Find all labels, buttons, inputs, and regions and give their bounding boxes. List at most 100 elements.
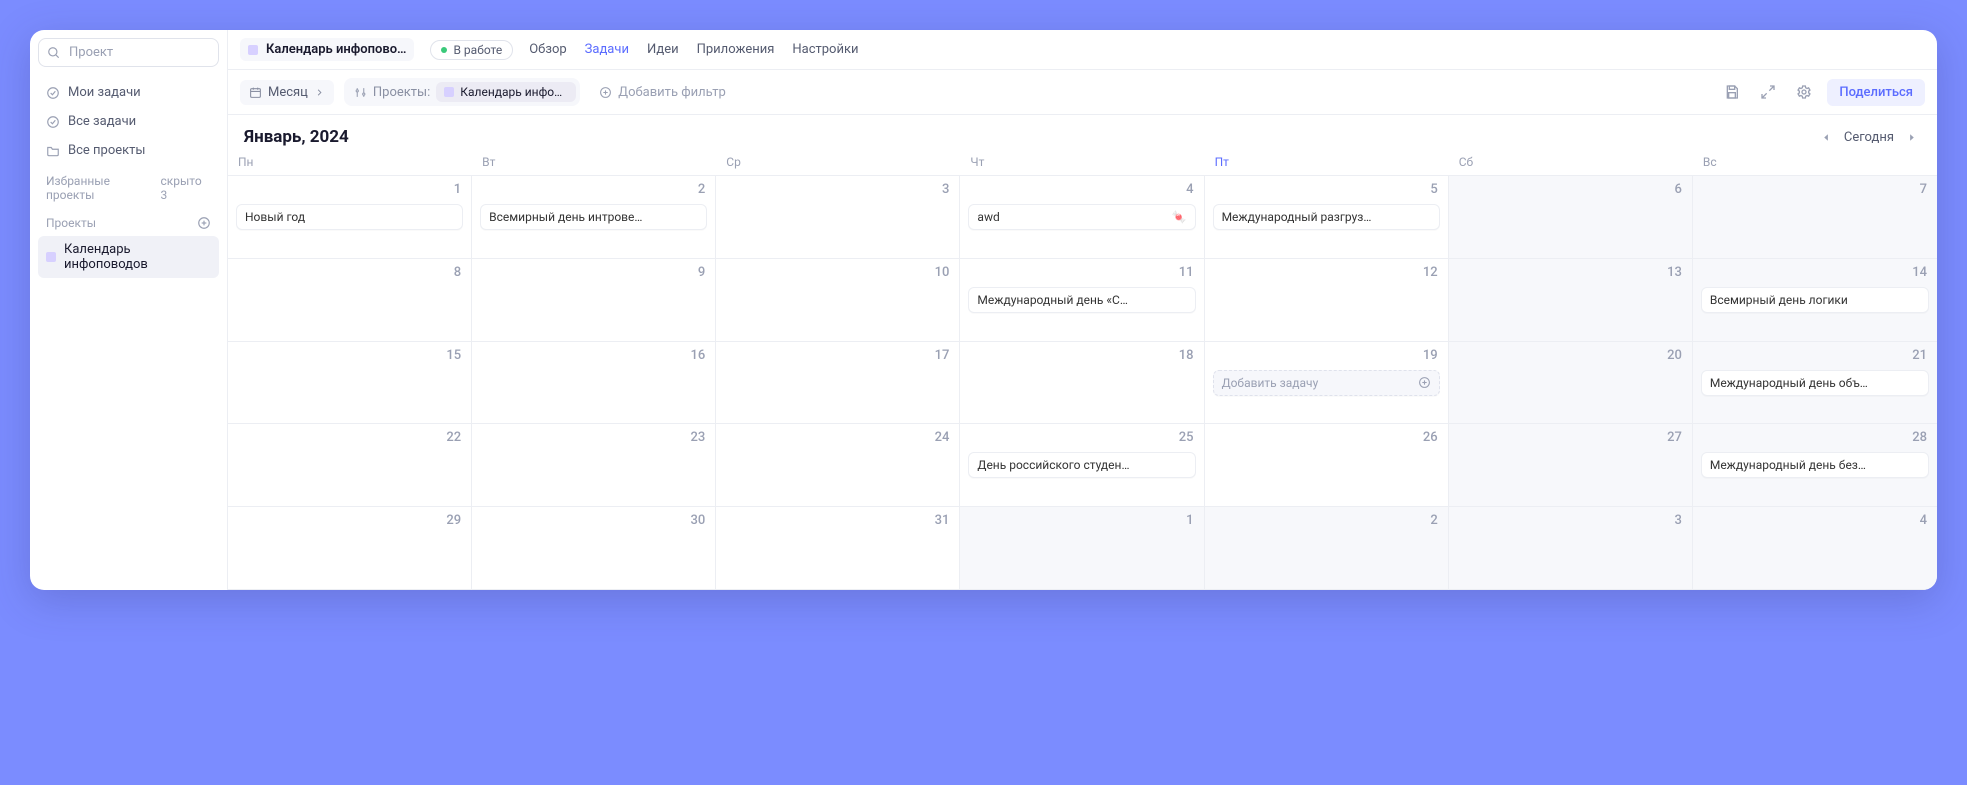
add-project-icon[interactable] [197,216,211,230]
calendar-cell[interactable]: 23 [472,424,716,507]
calendar-cell[interactable]: 20 [1449,342,1693,425]
breadcrumb[interactable]: Календарь инфопово… [240,38,414,61]
calendar-event[interactable]: День российского студен… [968,452,1195,478]
event-title: Международный день без… [1710,458,1866,472]
topbar: Календарь инфопово… В работе Обзор Задач… [228,30,1937,70]
tab-settings[interactable]: Настройки [792,38,858,61]
calendar-event[interactable]: Международный день «С… [968,287,1195,313]
calendar-cell[interactable]: 21Международный день объ… [1693,342,1937,425]
sidebar-item-my-tasks[interactable]: Мои задачи [38,79,219,106]
calendar-cell[interactable]: 2 [1205,507,1449,590]
calendar-cell[interactable]: 26 [1205,424,1449,507]
tab-ideas[interactable]: Идеи [647,38,679,61]
calendar-event[interactable]: Международный разгруз… [1213,204,1440,230]
calendar-cell[interactable]: 25День российского студен… [960,424,1204,507]
day-number: 10 [935,265,950,280]
main: Календарь инфопово… В работе Обзор Задач… [228,30,1937,590]
calendar-cell[interactable]: 9 [472,259,716,342]
save-view-icon[interactable] [1719,79,1745,105]
calendar-event[interactable]: awd🍬 [968,204,1195,230]
favorites-header: Избранные проекты скрыто 3 [38,166,219,206]
calendar-cell[interactable]: 3 [716,176,960,259]
day-number: 30 [691,513,706,528]
sidebar-project-label: Календарь инфоповодов [64,242,211,272]
favorites-hidden-count[interactable]: скрыто 3 [160,174,211,202]
event-title: awd [977,210,999,224]
calendar-cell[interactable]: 11Международный день «С… [960,259,1204,342]
calendar-cell[interactable]: 14 Всемирный день логики [1693,259,1937,342]
project-search[interactable]: Проект [38,38,219,67]
calendar-cell[interactable]: 10 [716,259,960,342]
calendar-cell[interactable]: 1 Новый год [228,176,472,259]
calendar-cell[interactable]: 30 [472,507,716,590]
view-switcher[interactable]: Месяц [240,80,334,105]
calendar-cell[interactable]: 22 [228,424,472,507]
day-number: 14 [1912,265,1927,280]
calendar-cell[interactable]: 8 [228,259,472,342]
calendar-cell[interactable]: 17 [716,342,960,425]
day-number: 24 [935,430,950,445]
day-number: 12 [1423,265,1438,280]
calendar-cell[interactable]: 12 [1205,259,1449,342]
calendar-cell[interactable]: 31 [716,507,960,590]
prev-icon[interactable] [1817,128,1836,147]
plus-circle-icon [1418,376,1431,389]
settings-icon[interactable] [1791,79,1817,105]
calendar-cell[interactable]: 1 [960,507,1204,590]
calendar-cell[interactable]: 16 [472,342,716,425]
weekday-label: Вс [1693,155,1937,169]
share-button[interactable]: Поделиться [1827,79,1925,106]
calendar-cell[interactable]: 4awd🍬 [960,176,1204,259]
calendar-event[interactable]: Всемирный день логики [1701,287,1929,313]
calendar-cell[interactable]: 7 [1693,176,1937,259]
calendar-cell[interactable]: 3 [1449,507,1693,590]
day-number: 19 [1423,348,1438,363]
day-number: 3 [1674,513,1681,528]
calendar-event[interactable]: Всемирный день интрове… [480,204,707,230]
sliders-icon [354,86,367,99]
calendar-cell[interactable]: 5Международный разгруз… [1205,176,1449,259]
calendar-title: Январь, 2024 [244,127,349,147]
event-title: Новый год [245,210,305,224]
day-number: 1 [454,182,461,197]
calendar-cell[interactable]: 27 [1449,424,1693,507]
today-button[interactable]: Сегодня [1844,130,1894,145]
tab-apps[interactable]: Приложения [697,38,775,61]
day-number: 6 [1674,182,1681,197]
calendar-cell[interactable]: 29 [228,507,472,590]
day-number: 20 [1667,348,1682,363]
calendar-header: Январь, 2024 Сегодня [228,115,1937,155]
calendar-cell[interactable]: 18 [960,342,1204,425]
tab-tasks[interactable]: Задачи [585,38,629,61]
calendar-event[interactable]: Международный день без… [1701,452,1929,478]
day-number: 8 [454,265,461,280]
tab-overview[interactable]: Обзор [529,38,566,61]
event-title: Международный день «С… [977,293,1127,307]
add-task-placeholder[interactable]: Добавить задачу [1213,370,1440,396]
day-number: 3 [942,182,949,197]
filter-projects[interactable]: Проекты: Календарь инфопов… [344,78,580,106]
next-icon[interactable] [1902,128,1921,147]
calendar-cell[interactable]: 15 [228,342,472,425]
event-title: Всемирный день логики [1710,293,1848,307]
calendar-cell[interactable]: 24 [716,424,960,507]
projects-header: Проекты [38,208,219,234]
calendar-event[interactable]: Международный день объ… [1701,370,1929,396]
add-filter-button[interactable]: Добавить фильтр [590,80,735,105]
filter-chip[interactable]: Календарь инфопов… [436,82,576,102]
calendar-cell[interactable]: 6 [1449,176,1693,259]
status-badge[interactable]: В работе [430,40,513,60]
calendar-cell[interactable]: 13 [1449,259,1693,342]
projects-label: Проекты [46,216,96,230]
sidebar-project-item[interactable]: Календарь инфоповодов [38,236,219,278]
calendar-cell[interactable]: 19 Добавить задачу [1205,342,1449,425]
calendar-cell[interactable]: 28Международный день без… [1693,424,1937,507]
expand-icon[interactable] [1755,79,1781,105]
calendar-cell[interactable]: 2Всемирный день интрове… [472,176,716,259]
calendar-cell[interactable]: 4 [1693,507,1937,590]
view-label: Месяц [268,85,308,100]
event-title: Всемирный день интрове… [489,210,642,224]
sidebar-item-all-projects[interactable]: Все проекты [38,137,219,164]
sidebar-item-all-tasks[interactable]: Все задачи [38,108,219,135]
calendar-event[interactable]: Новый год [236,204,463,230]
